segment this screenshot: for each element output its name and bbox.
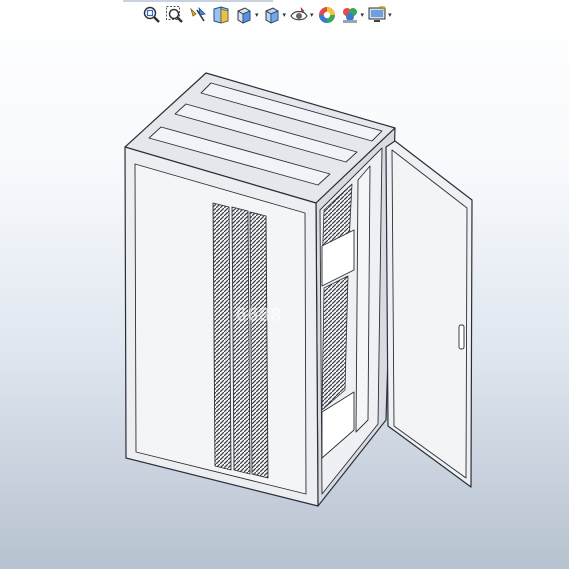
section-view-button[interactable] <box>211 5 231 25</box>
door-inner-edge <box>391 149 468 479</box>
view-settings-button[interactable]: ▾ <box>367 5 392 25</box>
apply-scene-button[interactable]: ▾ <box>340 5 365 25</box>
zoom-to-fit-button[interactable] <box>142 5 162 25</box>
edit-appearance-button[interactable] <box>317 5 337 25</box>
previous-view-button[interactable] <box>188 5 208 25</box>
cabinet-model <box>124 72 473 507</box>
title-bar-edge <box>123 0 273 2</box>
display-style-button[interactable]: ▾ <box>262 5 287 25</box>
front-vent <box>231 206 251 475</box>
chevron-down-icon: ▾ <box>388 11 392 19</box>
front-vent <box>249 211 269 479</box>
display-style-icon <box>265 7 279 24</box>
chevron-down-icon: ▾ <box>360 11 365 19</box>
view-orientation-icon <box>237 7 251 24</box>
zoom-area-icon <box>166 6 183 23</box>
hide-show-items-button[interactable]: ▾ <box>289 5 314 25</box>
chevron-down-icon: ▾ <box>282 11 287 19</box>
previous-view-icon <box>190 6 206 22</box>
front-vent <box>212 202 232 471</box>
graphics-viewport[interactable]: 6688 <box>0 30 569 569</box>
chevron-down-icon: ▾ <box>255 11 259 19</box>
door-handle <box>458 324 465 350</box>
frame-upright <box>355 165 371 433</box>
hide-show-icon <box>290 7 308 21</box>
section-view-icon <box>213 6 229 24</box>
view-orientation-button[interactable]: ▾ <box>234 5 259 25</box>
heads-up-view-toolbar: ▾ ▾ ▾ ▾ ▾ <box>142 4 392 26</box>
appearance-icon <box>318 7 335 23</box>
view-settings-icon <box>368 6 386 22</box>
zoom-fit-icon <box>143 6 160 23</box>
chevron-down-icon: ▾ <box>310 11 314 19</box>
scene-icon <box>342 8 357 23</box>
zoom-to-area-button[interactable] <box>165 5 185 25</box>
frame-vent <box>321 275 349 411</box>
